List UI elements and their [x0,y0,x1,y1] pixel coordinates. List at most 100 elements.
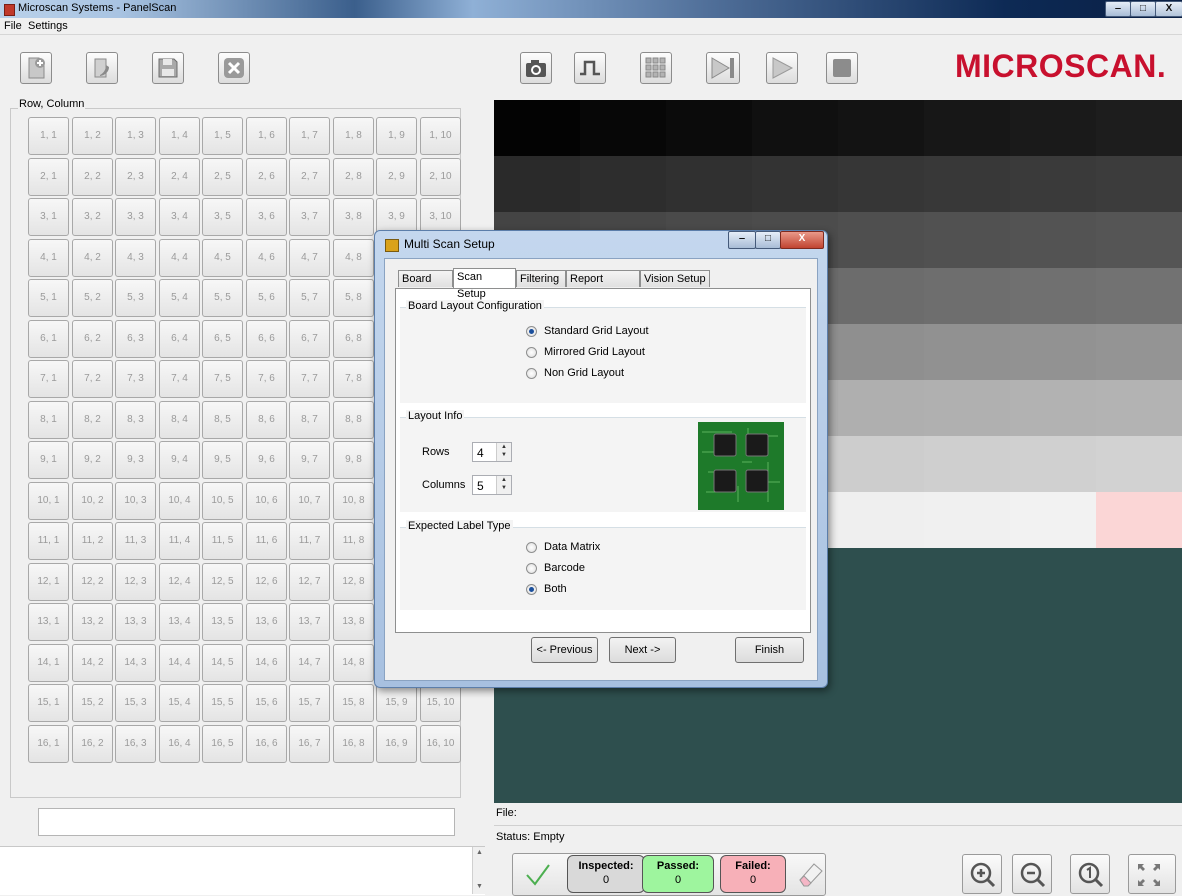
grid-cell[interactable]: 2, 10 [420,158,461,196]
tab-board-info[interactable]: Board Info [398,270,453,302]
grid-cell[interactable]: 8, 7 [289,401,330,439]
grid-cell[interactable]: 12, 4 [159,563,200,601]
grid-cell[interactable]: 2, 9 [376,158,417,196]
grid-cell[interactable]: 16, 8 [333,725,374,763]
grid-cell[interactable]: 4, 4 [159,239,200,277]
next-button[interactable]: Next -> [609,637,676,663]
grid-cell[interactable]: 16, 4 [159,725,200,763]
grid-cell[interactable]: 1, 10 [420,117,461,155]
grid-cell[interactable]: 12, 7 [289,563,330,601]
grid-cell[interactable]: 6, 6 [246,320,287,358]
grid-cell[interactable]: 15, 1 [28,684,69,722]
grid-cell[interactable]: 8, 1 [28,401,69,439]
grid-cell[interactable]: 12, 8 [333,563,374,601]
grid-cell[interactable]: 3, 5 [202,198,243,236]
grid-cell[interactable]: 8, 8 [333,401,374,439]
grid-cell[interactable]: 12, 3 [115,563,156,601]
grid-cell[interactable]: 6, 5 [202,320,243,358]
grid-cell[interactable]: 3, 4 [159,198,200,236]
grid-cell[interactable]: 2, 1 [28,158,69,196]
grid-cell[interactable]: 9, 7 [289,441,330,479]
radio-button[interactable] [526,347,537,358]
grid-cell[interactable]: 15, 5 [202,684,243,722]
grid-cell[interactable]: 1, 8 [333,117,374,155]
scroll-down-icon[interactable]: ▼ [476,883,483,890]
grid-cell[interactable]: 5, 1 [28,279,69,317]
grid-cell[interactable]: 10, 4 [159,482,200,520]
rows-spinner-arrows[interactable]: ▲ ▼ [496,443,511,461]
grid-cell[interactable]: 15, 2 [72,684,113,722]
grid-cell[interactable]: 11, 4 [159,522,200,560]
columns-value[interactable]: 5 [477,479,484,493]
grid-cell[interactable]: 11, 8 [333,522,374,560]
capture-button[interactable] [520,52,552,84]
radio-button[interactable] [526,368,537,379]
grid-view-button[interactable] [640,52,672,84]
grid-cell[interactable]: 1, 9 [376,117,417,155]
log-scrollbar[interactable]: ▲ ▼ [472,847,487,894]
zoom-actual-button[interactable] [1070,854,1110,894]
rows-spinner[interactable]: 4 ▲ ▼ [472,442,512,462]
scroll-up-icon[interactable]: ▲ [476,849,483,856]
grid-cell[interactable]: 3, 2 [72,198,113,236]
grid-cell[interactable]: 10, 7 [289,482,330,520]
grid-cell[interactable]: 11, 5 [202,522,243,560]
grid-cell[interactable]: 3, 7 [289,198,330,236]
stop-button[interactable] [826,52,858,84]
grid-cell[interactable]: 9, 6 [246,441,287,479]
tab-report-format[interactable]: Report Format [566,270,640,302]
grid-cell[interactable]: 1, 6 [246,117,287,155]
grid-cell[interactable]: 13, 7 [289,603,330,641]
grid-cell[interactable]: 7, 8 [333,360,374,398]
grid-cell[interactable]: 7, 2 [72,360,113,398]
grid-cell[interactable]: 7, 3 [115,360,156,398]
grid-cell[interactable]: 1, 7 [289,117,330,155]
grid-cell[interactable]: 4, 8 [333,239,374,277]
grid-cell[interactable]: 5, 4 [159,279,200,317]
grid-cell[interactable]: 16, 3 [115,725,156,763]
rows-value[interactable]: 4 [477,446,484,460]
grid-cell[interactable]: 1, 5 [202,117,243,155]
grid-cell[interactable]: 13, 3 [115,603,156,641]
panel-name-field[interactable] [38,808,455,836]
grid-cell[interactable]: 14, 3 [115,644,156,682]
grid-cell[interactable]: 15, 9 [376,684,417,722]
zoom-out-button[interactable] [1012,854,1052,894]
grid-cell[interactable]: 9, 2 [72,441,113,479]
grid-cell[interactable]: 13, 4 [159,603,200,641]
grid-cell[interactable]: 12, 2 [72,563,113,601]
grid-cell[interactable]: 6, 2 [72,320,113,358]
grid-cell[interactable]: 2, 5 [202,158,243,196]
grid-cell[interactable]: 7, 1 [28,360,69,398]
grid-cell[interactable]: 1, 1 [28,117,69,155]
grid-cell[interactable]: 14, 2 [72,644,113,682]
spin-up-icon[interactable]: ▲ [497,476,511,484]
grid-cell[interactable]: 11, 1 [28,522,69,560]
grid-cell[interactable]: 16, 5 [202,725,243,763]
spin-down-icon[interactable]: ▼ [497,484,511,492]
grid-cell[interactable]: 3, 8 [333,198,374,236]
dialog-minimize-button[interactable]: ‒ [728,231,756,249]
eraser-icon[interactable] [796,860,826,888]
grid-cell[interactable]: 9, 4 [159,441,200,479]
tab-vision-setup[interactable]: Vision Setup [640,270,710,287]
columns-spinner[interactable]: 5 ▲ ▼ [472,475,512,495]
grid-cell[interactable]: 12, 5 [202,563,243,601]
columns-spinner-arrows[interactable]: ▲ ▼ [496,476,511,494]
grid-cell[interactable]: 13, 2 [72,603,113,641]
grid-cell[interactable]: 16, 1 [28,725,69,763]
grid-cell[interactable]: 15, 8 [333,684,374,722]
grid-cell[interactable]: 6, 3 [115,320,156,358]
grid-cell[interactable]: 4, 5 [202,239,243,277]
grid-cell[interactable]: 2, 8 [333,158,374,196]
grid-cell[interactable]: 16, 9 [376,725,417,763]
grid-cell[interactable]: 10, 5 [202,482,243,520]
grid-cell[interactable]: 14, 8 [333,644,374,682]
grid-cell[interactable]: 6, 7 [289,320,330,358]
grid-cell[interactable]: 16, 10 [420,725,461,763]
grid-cell[interactable]: 8, 4 [159,401,200,439]
grid-cell[interactable]: 16, 7 [289,725,330,763]
grid-cell[interactable]: 11, 6 [246,522,287,560]
grid-cell[interactable]: 2, 3 [115,158,156,196]
grid-cell[interactable]: 13, 6 [246,603,287,641]
